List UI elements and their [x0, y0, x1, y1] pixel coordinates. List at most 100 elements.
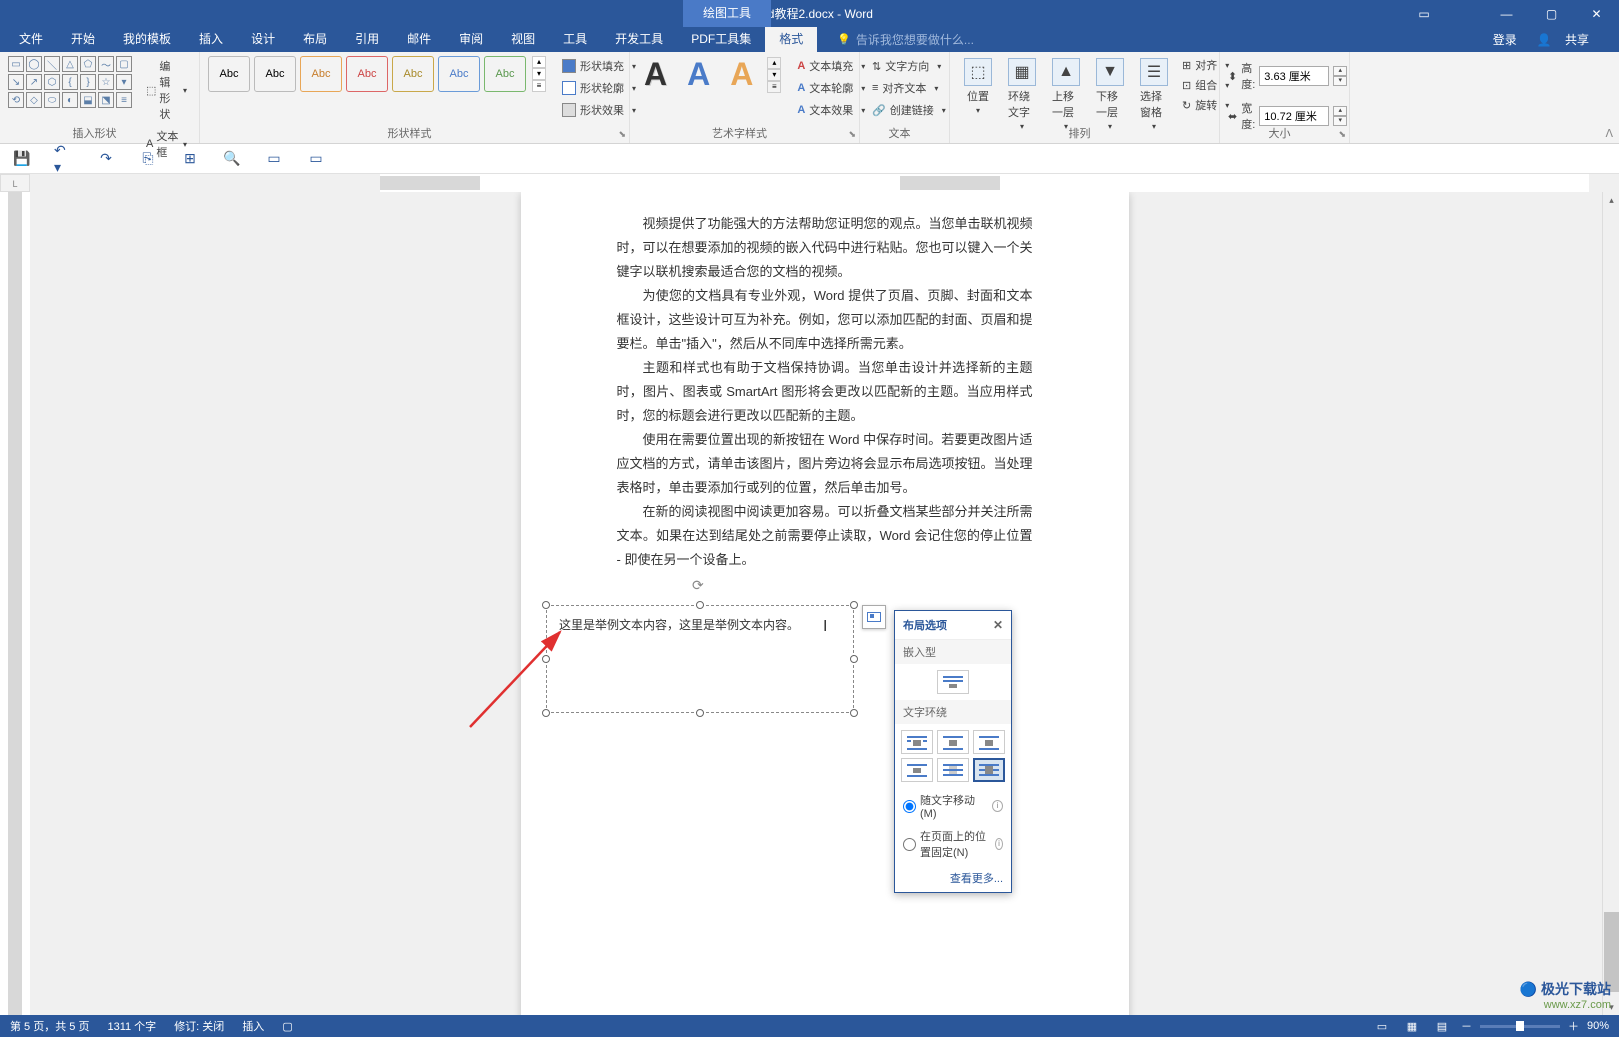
vertical-scrollbar[interactable]: ▴ ▾: [1602, 192, 1619, 1016]
tab-review[interactable]: 审阅: [445, 27, 497, 52]
tab-layout[interactable]: 布局: [289, 27, 341, 52]
selection-pane-button[interactable]: ☰选择窗格: [1134, 56, 1174, 133]
gallery-down[interactable]: ▾: [532, 68, 546, 80]
create-link-button[interactable]: 🔗 创建链接: [868, 100, 941, 120]
style-preset-3[interactable]: Abc: [300, 56, 342, 92]
word-count[interactable]: 1311 个字: [107, 1018, 156, 1034]
scroll-up[interactable]: ▴: [1604, 192, 1619, 209]
textbox-content[interactable]: 这里是举例文本内容，这里是举例文本内容。: [559, 618, 799, 632]
gallery-more[interactable]: ≡: [532, 80, 546, 92]
track-changes-status[interactable]: 修订: 关闭: [174, 1018, 224, 1034]
zoom-out[interactable]: －: [1461, 1018, 1472, 1034]
selected-textbox[interactable]: ⟳ 这里是举例文本内容，这里是举例文本内容。 I: [546, 605, 854, 713]
wrap-square[interactable]: [901, 730, 933, 754]
shape-fill-button[interactable]: 形状填充: [558, 56, 640, 76]
popup-close-button[interactable]: ✕: [993, 618, 1003, 632]
text-outline-button[interactable]: A文本轮廓: [793, 78, 869, 98]
zoom-level[interactable]: 90%: [1587, 1020, 1609, 1032]
wordart-gallery[interactable]: A A A ▴▾≡: [638, 56, 781, 93]
gallery-up[interactable]: ▴: [532, 56, 546, 68]
style-preset-7[interactable]: Abc: [484, 56, 526, 92]
wrap-through[interactable]: [973, 730, 1005, 754]
style-preset-2[interactable]: Abc: [254, 56, 296, 92]
size-launcher[interactable]: ⬊: [1338, 129, 1346, 140]
style-preset-6[interactable]: Abc: [438, 56, 480, 92]
layout-options-button[interactable]: [862, 605, 886, 629]
info-icon[interactable]: i: [995, 838, 1003, 850]
shape-styles-launcher[interactable]: ⬊: [618, 129, 626, 140]
wrap-front[interactable]: [973, 758, 1005, 782]
position-button[interactable]: ⬚位置: [958, 56, 998, 117]
share-button[interactable]: 👤 共享: [1527, 31, 1609, 48]
qat-button-7[interactable]: ▭: [264, 149, 284, 169]
maximize-button[interactable]: ▢: [1529, 0, 1574, 27]
move-with-text-radio[interactable]: [903, 800, 916, 813]
tab-templates[interactable]: 我的模板: [109, 27, 185, 52]
resize-handle-b[interactable]: [696, 709, 704, 717]
tab-design[interactable]: 设计: [237, 27, 289, 52]
vertical-ruler[interactable]: [0, 192, 30, 1032]
wordart-preset-3[interactable]: A: [724, 56, 759, 93]
style-preset-5[interactable]: Abc: [392, 56, 434, 92]
style-preset-4[interactable]: Abc: [346, 56, 388, 92]
tab-mail[interactable]: 邮件: [393, 27, 445, 52]
width-up[interactable]: ▴: [1333, 106, 1347, 116]
see-more-link[interactable]: 查看更多...: [895, 864, 1011, 892]
info-icon[interactable]: i: [992, 800, 1003, 812]
text-direction-button[interactable]: ⇅ 文字方向: [868, 56, 941, 76]
resize-handle-br[interactable]: [850, 709, 858, 717]
wordart-preset-2[interactable]: A: [681, 56, 716, 93]
tab-tools[interactable]: 工具: [549, 27, 601, 52]
tab-insert[interactable]: 插入: [185, 27, 237, 52]
collapse-ribbon-button[interactable]: ᐱ: [1605, 127, 1613, 140]
align-text-button[interactable]: ≡ 对齐文本: [868, 78, 941, 98]
tab-format[interactable]: 格式: [765, 27, 817, 52]
bring-forward-button[interactable]: ▲上移一层: [1046, 56, 1086, 133]
text-fill-button[interactable]: A文本填充: [793, 56, 869, 76]
tab-references[interactable]: 引用: [341, 27, 393, 52]
wrap-tight[interactable]: [937, 730, 969, 754]
tab-pdf[interactable]: PDF工具集: [677, 27, 765, 52]
resize-handle-tl[interactable]: [542, 601, 550, 609]
height-input[interactable]: [1259, 66, 1329, 86]
resize-handle-r[interactable]: [850, 655, 858, 663]
minimize-button[interactable]: ―: [1484, 0, 1529, 27]
resize-handle-l[interactable]: [542, 655, 550, 663]
view-print-layout[interactable]: ▦: [1401, 1017, 1423, 1035]
view-web-layout[interactable]: ▤: [1431, 1017, 1453, 1035]
wrap-behind[interactable]: [937, 758, 969, 782]
page-indicator[interactable]: 第 5 页，共 5 页: [10, 1018, 89, 1034]
wrap-inline[interactable]: [937, 670, 969, 694]
tab-home[interactable]: 开始: [57, 27, 109, 52]
shapes-gallery[interactable]: ▭◯＼△⬠〜▢ ↘↗⬡{}☆▾ ⟲◇⬭◐⬓⬔≡: [8, 56, 132, 108]
close-button[interactable]: ✕: [1574, 0, 1619, 27]
shape-effects-button[interactable]: 形状效果: [558, 100, 640, 120]
qat-button-8[interactable]: ▭: [306, 149, 326, 169]
resize-handle-tr[interactable]: [850, 601, 858, 609]
height-down[interactable]: ▾: [1333, 76, 1347, 86]
qat-button-6[interactable]: 🔍: [222, 149, 242, 169]
ribbon-display-options[interactable]: ▭: [1409, 0, 1439, 27]
shape-style-gallery[interactable]: Abc Abc Abc Abc Abc Abc Abc ▴▾≡: [208, 56, 546, 92]
zoom-slider[interactable]: [1480, 1025, 1560, 1028]
wordart-launcher[interactable]: ⬊: [848, 129, 856, 140]
tell-me-search[interactable]: 告诉我您想要做什么...: [837, 31, 974, 48]
tab-view[interactable]: 视图: [497, 27, 549, 52]
text-effects-button[interactable]: A文本效果: [793, 100, 869, 120]
tab-dev[interactable]: 开发工具: [601, 27, 677, 52]
view-read-mode[interactable]: ▭: [1371, 1017, 1393, 1035]
horizontal-ruler[interactable]: L: [0, 174, 1619, 192]
style-preset-1[interactable]: Abc: [208, 56, 250, 92]
edit-shape-button[interactable]: ⬚ 编辑形状: [142, 56, 191, 124]
wrap-topbottom[interactable]: [901, 758, 933, 782]
tab-file[interactable]: 文件: [5, 27, 57, 52]
send-backward-button[interactable]: ▼下移一层: [1090, 56, 1130, 133]
move-with-text-option[interactable]: 随文字移动(M) i: [895, 788, 1011, 824]
height-up[interactable]: ▴: [1333, 66, 1347, 76]
wrap-text-button[interactable]: ▦环绕文字: [1002, 56, 1042, 133]
resize-handle-bl[interactable]: [542, 709, 550, 717]
login-button[interactable]: 登录: [1483, 31, 1527, 48]
wordart-preset-1[interactable]: A: [638, 56, 673, 93]
fix-position-radio[interactable]: [903, 838, 916, 851]
resize-handle-t[interactable]: [696, 601, 704, 609]
